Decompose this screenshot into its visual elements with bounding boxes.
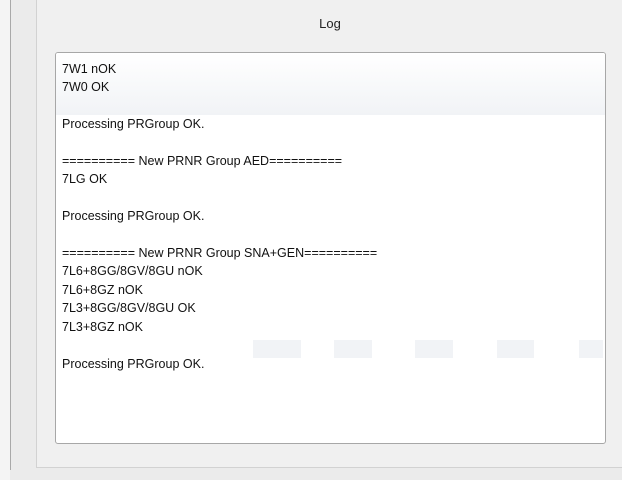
log-blank-line [62,97,605,115]
log-blank-line [62,134,605,152]
splitter[interactable] [10,0,11,470]
log-line: 7LG OK [62,172,108,187]
left-pane-edge [0,0,10,480]
log-panel-title: Log [319,16,341,31]
log-line: 7W0 OK [62,80,110,95]
log-content: 7W1 nOK 7W0 OK Processing PRGroup OK. ===… [56,53,605,373]
log-line: 7L6+8GZ nOK [62,282,143,297]
log-blank-line [62,226,605,244]
log-line: 7L3+8GG/8GV/8GU OK [62,301,196,316]
log-blank-line [62,189,605,207]
log-line: Processing PRGroup OK. [62,356,205,371]
log-line: 7W1 nOK [62,62,117,76]
log-line: ========== New PRNR Group AED========== [62,154,343,169]
log-line: Processing PRGroup OK. [62,117,205,132]
log-line: 7L6+8GG/8GV/8GU nOK [62,264,203,279]
log-blank-line [62,336,605,354]
log-line: Processing PRGroup OK. [62,209,205,224]
log-text-area[interactable]: 7W1 nOK 7W0 OK Processing PRGroup OK. ===… [55,52,606,444]
log-line: ========== New PRNR Group SNA+GEN=======… [62,246,378,261]
log-panel: Log 7W1 nOK 7W0 OK Processing PRGroup OK.… [36,0,622,468]
log-line: 7L3+8GZ nOK [62,319,143,334]
